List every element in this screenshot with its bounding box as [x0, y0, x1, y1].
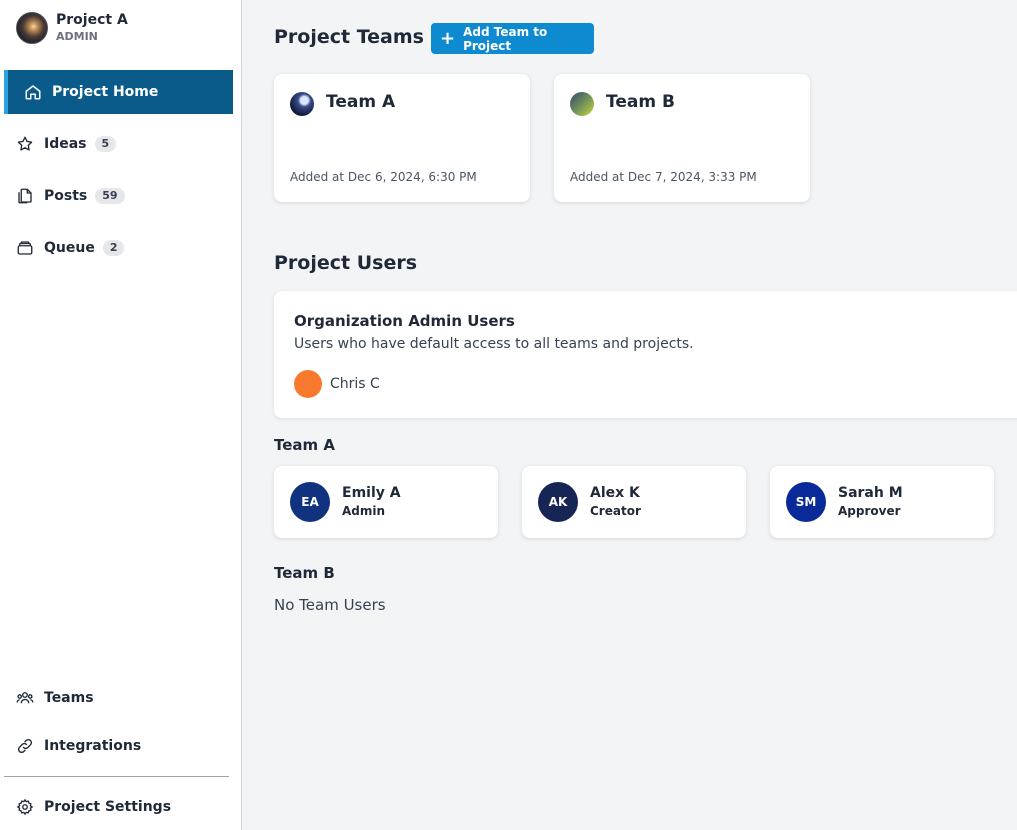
project-role: ADMIN	[56, 30, 98, 43]
project-teams-heading: Project Teams	[274, 26, 424, 48]
user-name: Alex K	[590, 485, 640, 501]
link-icon	[16, 737, 34, 755]
users-icon	[16, 689, 34, 707]
sidebar-item-label: Project Home	[52, 84, 159, 100]
team-b-users-heading: Team B	[274, 564, 335, 582]
team-name: Team B	[606, 92, 675, 112]
sidebar-item-teams[interactable]: Teams	[16, 686, 94, 710]
org-admin-users-card: Organization Admin Users Users who have …	[274, 291, 1017, 418]
sidebar-item-ideas[interactable]: Ideas 5	[16, 132, 117, 156]
team-a-users-heading: Team A	[274, 436, 335, 454]
sidebar: Project A ADMIN Project Home Ideas 5 Pos…	[0, 0, 242, 830]
sidebar-item-label: Teams	[44, 690, 94, 706]
org-admin-description: Users who have default access to all tea…	[294, 336, 694, 352]
sidebar-item-posts[interactable]: Posts 59	[16, 184, 125, 208]
plus-icon: +	[440, 27, 456, 49]
avatar: AK	[538, 482, 578, 522]
sidebar-item-label: Project Settings	[44, 799, 172, 815]
home-icon	[24, 83, 42, 101]
team-card[interactable]: Team A Added at Dec 6, 2024, 6:30 PM	[274, 74, 530, 202]
team-avatar	[570, 92, 594, 116]
sidebar-item-label: Integrations	[44, 738, 142, 754]
posts-count-badge: 59	[95, 188, 125, 204]
sidebar-item-label: Queue	[44, 240, 95, 256]
user-card[interactable]: SM Sarah M Approver	[770, 466, 994, 538]
sidebar-divider	[4, 776, 229, 777]
user-name: Sarah M	[838, 485, 903, 501]
user-role: Creator	[590, 504, 641, 518]
add-team-button[interactable]: + Add Team to Project	[431, 23, 594, 54]
team-added-date: Added at Dec 7, 2024, 3:33 PM	[570, 170, 757, 184]
gear-icon	[16, 798, 34, 816]
ideas-count-badge: 5	[94, 136, 117, 152]
sidebar-item-project-home[interactable]: Project Home	[4, 70, 233, 114]
team-added-date: Added at Dec 6, 2024, 6:30 PM	[290, 170, 477, 184]
empty-state-text: No Team Users	[274, 596, 386, 614]
avatar: SM	[786, 482, 826, 522]
user-card[interactable]: AK Alex K Creator	[522, 466, 746, 538]
team-card[interactable]: Team B Added at Dec 7, 2024, 3:33 PM	[554, 74, 810, 202]
team-name: Team A	[326, 92, 396, 112]
project-name: Project A	[56, 12, 128, 28]
avatar	[294, 370, 322, 398]
sidebar-item-project-settings[interactable]: Project Settings	[16, 795, 171, 819]
user-name: Emily A	[342, 485, 401, 501]
sidebar-item-queue[interactable]: Queue 2	[16, 236, 125, 260]
user-card[interactable]: EA Emily A Admin	[274, 466, 498, 538]
sidebar-item-integrations[interactable]: Integrations	[16, 734, 141, 758]
add-team-button-label: Add Team to Project	[463, 24, 548, 53]
sidebar-item-label: Posts	[44, 188, 88, 204]
user-role: Admin	[342, 504, 386, 518]
sidebar-item-label: Ideas	[44, 136, 87, 152]
project-avatar	[16, 12, 48, 44]
team-avatar	[290, 92, 314, 116]
org-admin-title: Organization Admin Users	[294, 312, 515, 330]
stack-icon	[16, 239, 34, 257]
star-icon	[16, 135, 34, 153]
avatar: EA	[290, 482, 330, 522]
org-admin-user[interactable]: Chris C	[294, 370, 380, 398]
user-role: Approver	[838, 504, 901, 518]
documents-icon	[16, 187, 34, 205]
queue-count-badge: 2	[102, 240, 125, 256]
project-users-heading: Project Users	[274, 252, 418, 274]
user-name: Chris C	[330, 376, 380, 392]
project-switcher[interactable]: Project A ADMIN	[16, 12, 128, 44]
